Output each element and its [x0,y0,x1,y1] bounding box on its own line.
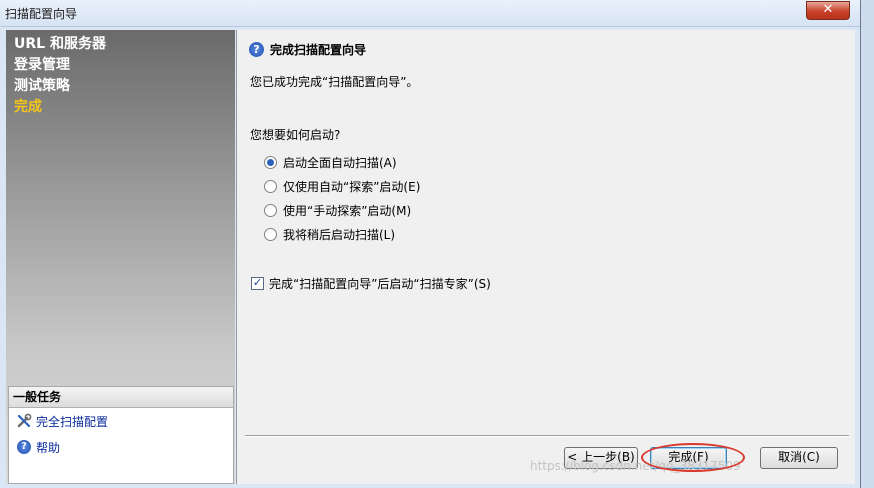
general-tasks-box: 一般任务 完全扫描配置 ? 帮助 [8,386,234,484]
task-full-scan-config-label[interactable]: 完全扫描配置 [36,413,108,430]
task-help-label[interactable]: 帮助 [36,439,60,456]
option-auto-explore-label[interactable]: 仅使用自动“探索”启动(E) [283,178,420,195]
cancel-button[interactable]: 取消(C) [760,447,838,469]
radio-start-later[interactable] [264,228,277,241]
question-icon: ? [249,42,264,57]
wizard-steps: URL 和服务器 登录管理 测试策略 完成 [14,34,106,118]
page-heading: 完成扫描配置向导 [270,43,367,57]
general-tasks-header: 一般任务 [9,387,233,408]
task-full-scan-config[interactable]: 完全扫描配置 [9,408,233,434]
button-separator [245,435,849,437]
option-start-later[interactable]: 我将稍后启动扫描(L) [264,226,395,243]
option-start-later-label[interactable]: 我将稍后启动扫描(L) [283,226,395,243]
heading-row: ? 完成扫描配置向导 [249,41,366,58]
radio-manual-explore[interactable] [264,204,277,217]
step-test-policy[interactable]: 测试策略 [14,76,106,97]
option-auto-explore[interactable]: 仅使用自动“探索”启动(E) [264,178,420,195]
step-finish[interactable]: 完成 [14,97,106,118]
task-help[interactable]: ? 帮助 [9,434,233,460]
start-scan-expert-checkbox[interactable]: ✓ [251,277,264,290]
window-title: 扫描配置向导 [5,7,78,21]
radio-auto-explore[interactable] [264,180,277,193]
close-button[interactable]: ✕ [806,1,850,20]
wizard-content: ? 完成扫描配置向导 您已成功完成“扫描配置向导”。 您想要如何启动? 启动全面… [236,30,855,484]
option-manual-explore[interactable]: 使用“手动探索”启动(M) [264,202,411,219]
step-login-management[interactable]: 登录管理 [14,55,106,76]
watermark: https://blog.csdn.net/qq_38317509 [530,459,741,473]
wizard-window: 扫描配置向导 ✕ URL 和服务器 登录管理 测试策略 完成 一般任务 完全扫描… [0,0,861,488]
step-url-servers[interactable]: URL 和服务器 [14,34,106,55]
wizard-steps-panel: URL 和服务器 登录管理 测试策略 完成 一般任务 完全扫描配置 ? 帮助 [6,30,235,484]
option-full-auto-scan[interactable]: 启动全面自动扫描(A) [264,154,397,171]
help-icon: ? [16,439,32,455]
start-scan-expert-label[interactable]: 完成“扫描配置向导”后启动“扫描专家”(S) [269,275,491,292]
start-scan-expert-option[interactable]: ✓ 完成“扫描配置向导”后启动“扫描专家”(S) [251,275,491,292]
tools-icon [16,413,32,429]
radio-full-auto-scan[interactable] [264,156,277,169]
option-manual-explore-label[interactable]: 使用“手动探索”启动(M) [283,202,411,219]
title-bar: 扫描配置向导 ✕ [0,0,860,27]
success-message: 您已成功完成“扫描配置向导”。 [250,75,419,89]
start-question: 您想要如何启动? [250,128,341,142]
option-full-auto-scan-label[interactable]: 启动全面自动扫描(A) [283,154,397,171]
